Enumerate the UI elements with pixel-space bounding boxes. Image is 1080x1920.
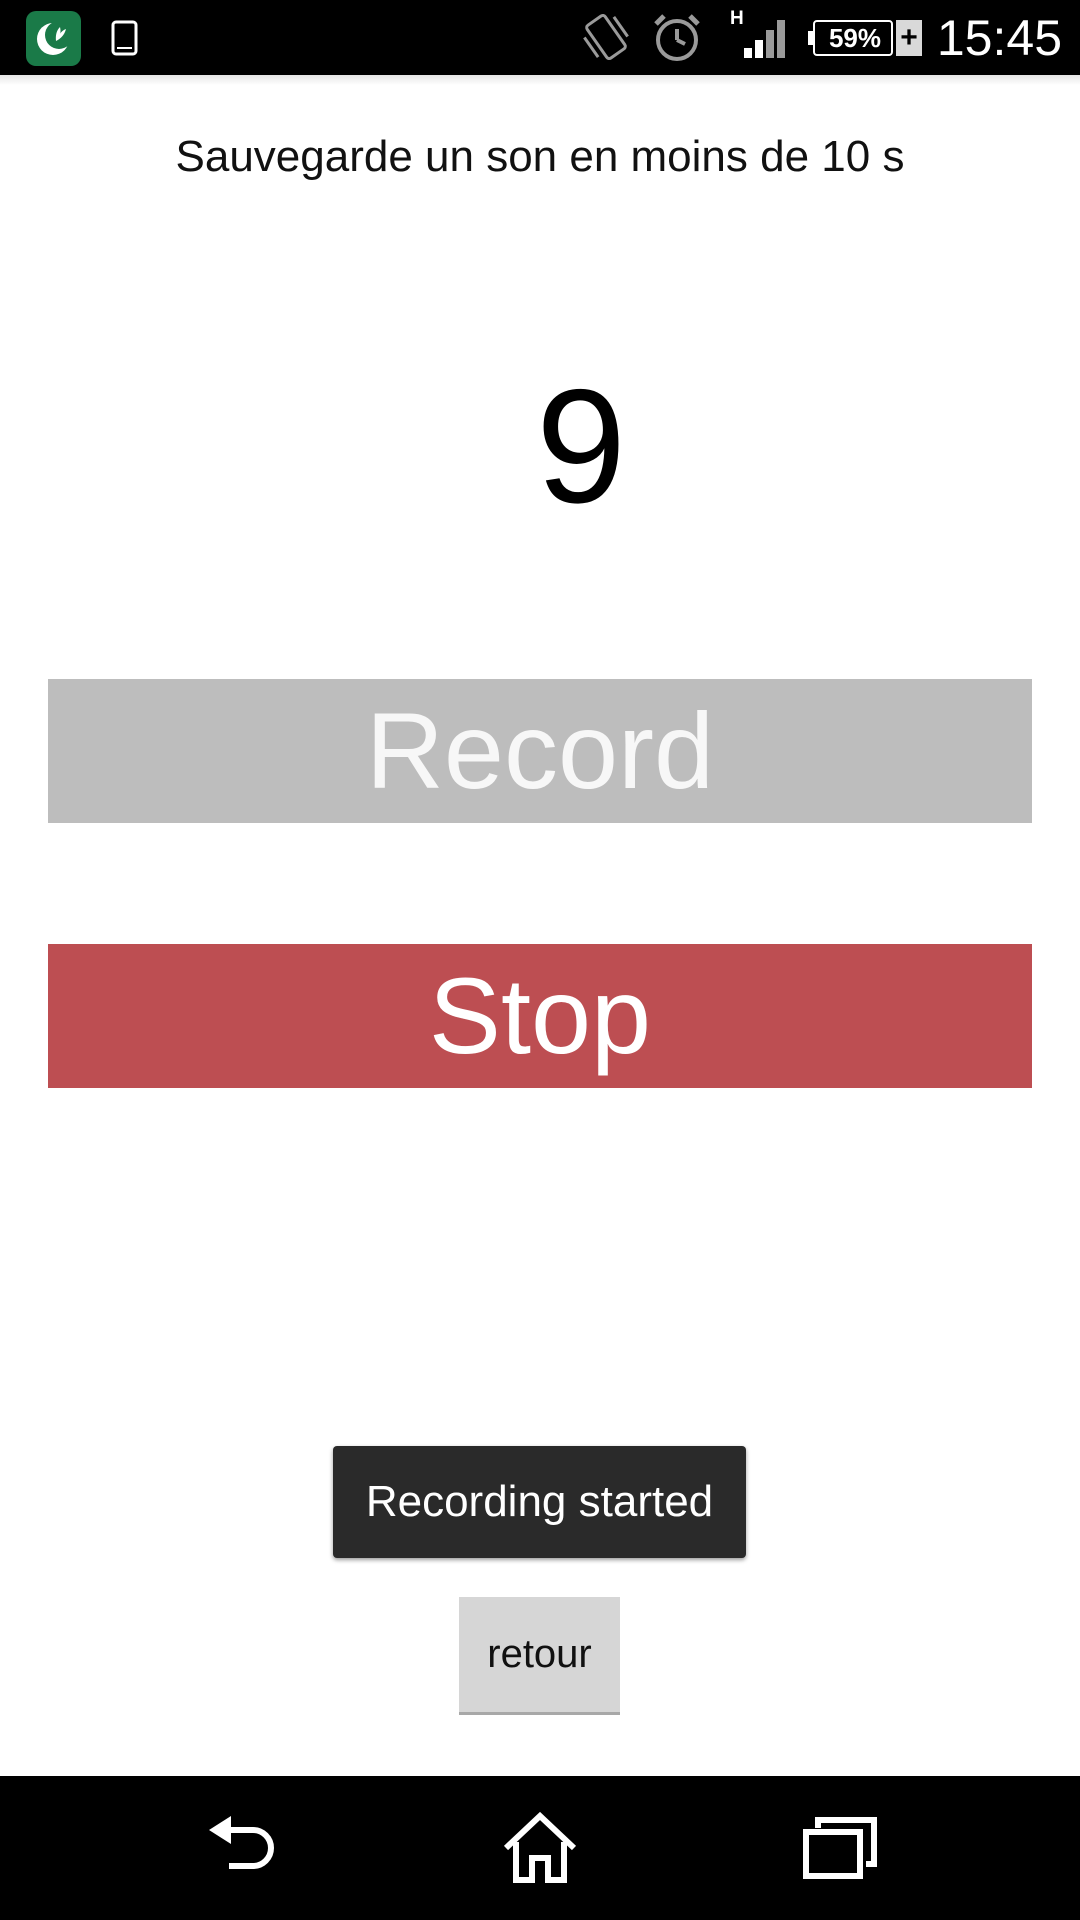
vibrate-icon (583, 13, 629, 61)
screen: H 59% + 15:45 Sauvegarde un son en moins… (0, 0, 1080, 1920)
action-bar-shadow (0, 75, 1080, 85)
charging-icon: + (896, 20, 922, 56)
back-icon[interactable] (201, 1808, 281, 1888)
home-icon[interactable] (500, 1808, 580, 1888)
recent-apps-icon[interactable] (800, 1808, 880, 1888)
signal-icon (744, 20, 785, 58)
record-button[interactable]: Record (48, 679, 1032, 823)
navigation-bar (0, 1776, 1080, 1920)
battery-percent: 59% (828, 23, 882, 53)
toast-message: Recording started (333, 1446, 746, 1558)
clock: 15:45 (936, 10, 1062, 66)
instruction-text: Sauvegarde un son en moins de 10 s (175, 132, 905, 181)
back-button[interactable]: retour (459, 1597, 620, 1715)
alarm-icon (654, 14, 700, 61)
battery-icon: 59% + (808, 17, 922, 59)
stop-button[interactable]: Stop (48, 944, 1032, 1088)
status-bar: H 59% + 15:45 (0, 0, 1080, 75)
battery-body: 59% (813, 20, 893, 56)
app-notification-icon (26, 11, 81, 66)
phone-icon (111, 20, 138, 56)
countdown-timer: 9 (536, 356, 627, 537)
